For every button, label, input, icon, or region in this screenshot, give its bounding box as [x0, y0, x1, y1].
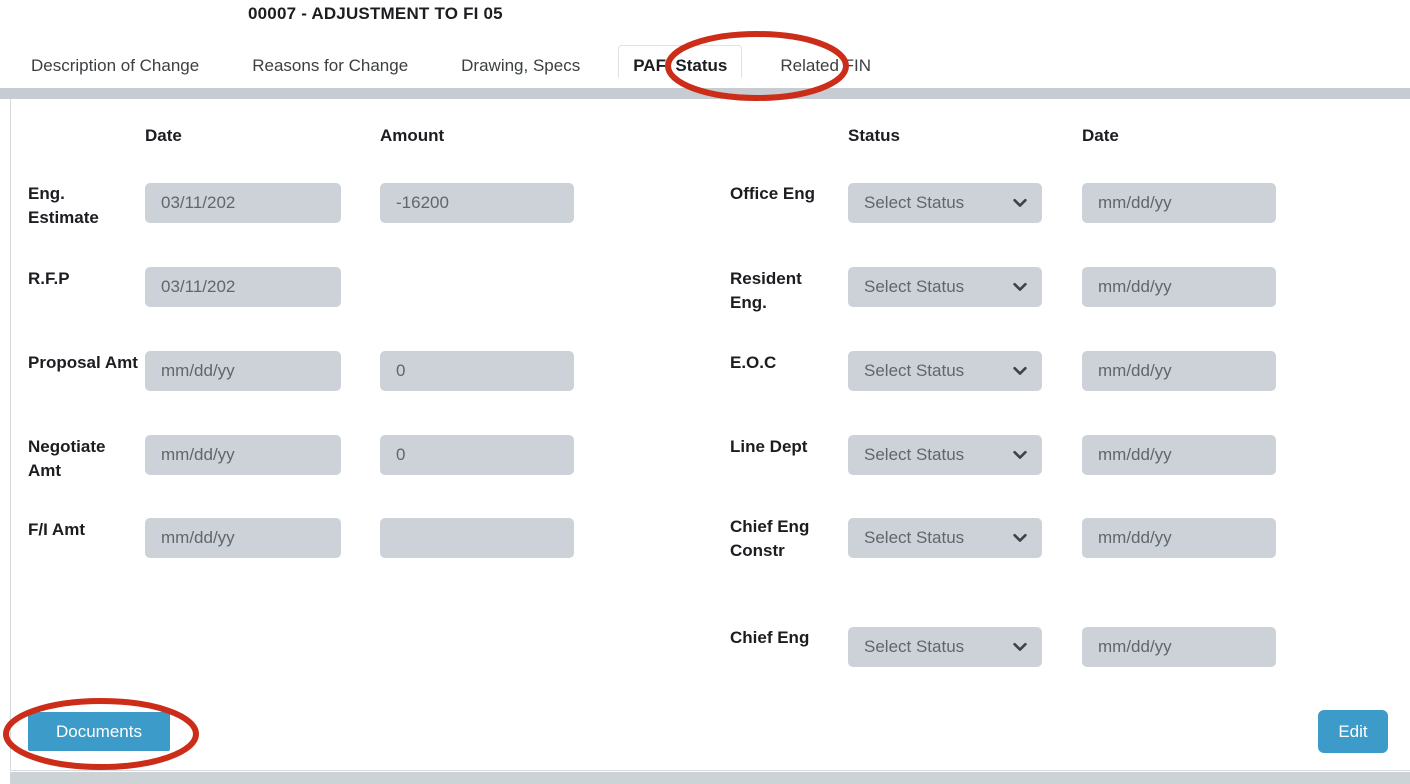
date-input-left-4[interactable]: mm/dd/yy — [145, 518, 341, 558]
date-input-left-3[interactable]: mm/dd/yy — [145, 435, 341, 475]
status-select-0[interactable]: Select Status — [848, 183, 1042, 223]
tab-related-fin[interactable]: Related FIN — [765, 45, 886, 88]
status-select-4[interactable]: Select Status — [848, 518, 1042, 558]
tab-reasons-for-change[interactable]: Reasons for Change — [237, 45, 423, 88]
date-input-left-text-0: 03/11/202 — [161, 193, 235, 213]
row-label-negotiate-amt: Negotiate Amt — [28, 435, 138, 483]
footer-strip — [10, 772, 1410, 784]
status-select-value-4: Select Status — [864, 528, 964, 548]
status-select-5[interactable]: Select Status — [848, 627, 1042, 667]
column-header-status: Status — [848, 126, 900, 146]
date-input-right-text-0: mm/dd/yy — [1098, 193, 1172, 213]
amount-input-text-2: 0 — [396, 361, 405, 381]
date-input-left-text-2: mm/dd/yy — [161, 361, 235, 381]
chevron-down-icon — [1012, 530, 1028, 546]
row-label-chief-eng: Chief Eng — [730, 626, 840, 650]
date-input-right-3[interactable]: mm/dd/yy — [1082, 435, 1276, 475]
date-input-left-0[interactable]: 03/11/202 — [145, 183, 341, 223]
column-header-amount: Amount — [380, 126, 444, 146]
date-input-left-text-3: mm/dd/yy — [161, 445, 235, 465]
date-input-right-text-2: mm/dd/yy — [1098, 361, 1172, 381]
date-input-left-2[interactable]: mm/dd/yy — [145, 351, 341, 391]
status-select-value-0: Select Status — [864, 193, 964, 213]
chevron-down-icon — [1012, 447, 1028, 463]
row-label-f-i-amt: F/I Amt — [28, 518, 138, 542]
date-input-right-text-5: mm/dd/yy — [1098, 637, 1172, 657]
amount-input-4[interactable] — [380, 518, 574, 558]
chevron-down-icon — [1012, 363, 1028, 379]
date-input-left-text-1: 03/11/202 — [161, 277, 235, 297]
page-title: 00007 - ADJUSTMENT TO FI 05 — [248, 4, 503, 24]
status-select-1[interactable]: Select Status — [848, 267, 1042, 307]
date-input-right-2[interactable]: mm/dd/yy — [1082, 351, 1276, 391]
row-label-eng-estimate: Eng. Estimate — [28, 182, 138, 230]
amount-input-2[interactable]: 0 — [380, 351, 574, 391]
row-label-r-f-p: R.F.P — [28, 267, 138, 291]
edit-button[interactable]: Edit — [1318, 710, 1388, 753]
tab-bar: Description of Change Reasons for Change D… — [0, 45, 1410, 88]
chevron-down-icon — [1012, 639, 1028, 655]
column-header-date-right: Date — [1082, 126, 1119, 146]
row-label-resident-eng: Resident Eng. — [730, 267, 840, 315]
row-label-proposal-amt: Proposal Amt — [28, 351, 138, 375]
documents-button[interactable]: Documents — [28, 712, 170, 751]
amount-input-3[interactable]: 0 — [380, 435, 574, 475]
tab-description-of-change[interactable]: Description of Change — [16, 45, 214, 88]
chevron-down-icon — [1012, 279, 1028, 295]
status-select-value-3: Select Status — [864, 445, 964, 465]
date-input-right-1[interactable]: mm/dd/yy — [1082, 267, 1276, 307]
status-select-value-1: Select Status — [864, 277, 964, 297]
tab-pafi-status[interactable]: PAFI Status — [618, 45, 742, 78]
status-select-3[interactable]: Select Status — [848, 435, 1042, 475]
date-input-left-text-4: mm/dd/yy — [161, 528, 235, 548]
status-select-2[interactable]: Select Status — [848, 351, 1042, 391]
amount-input-0[interactable]: -16200 — [380, 183, 574, 223]
tab-drawing-specs[interactable]: Drawing, Specs — [446, 45, 595, 88]
tab-underline-bar — [0, 88, 1410, 99]
date-input-right-text-1: mm/dd/yy — [1098, 277, 1172, 297]
date-input-right-text-3: mm/dd/yy — [1098, 445, 1172, 465]
chevron-down-icon — [1012, 195, 1028, 211]
date-input-right-5[interactable]: mm/dd/yy — [1082, 627, 1276, 667]
row-label-line-dept: Line Dept — [730, 435, 840, 459]
row-label-e-o-c: E.O.C — [730, 351, 840, 375]
column-header-date-left: Date — [145, 126, 182, 146]
date-input-right-text-4: mm/dd/yy — [1098, 528, 1172, 548]
amount-input-text-3: 0 — [396, 445, 405, 465]
date-input-right-0[interactable]: mm/dd/yy — [1082, 183, 1276, 223]
status-select-value-2: Select Status — [864, 361, 964, 381]
row-label-office-eng: Office Eng — [730, 182, 840, 206]
status-select-value-5: Select Status — [864, 637, 964, 657]
row-label-chief-eng-constr: Chief Eng Constr — [730, 515, 840, 563]
amount-input-text-0: -16200 — [396, 193, 449, 213]
date-input-right-4[interactable]: mm/dd/yy — [1082, 518, 1276, 558]
date-input-left-1[interactable]: 03/11/202 — [145, 267, 341, 307]
